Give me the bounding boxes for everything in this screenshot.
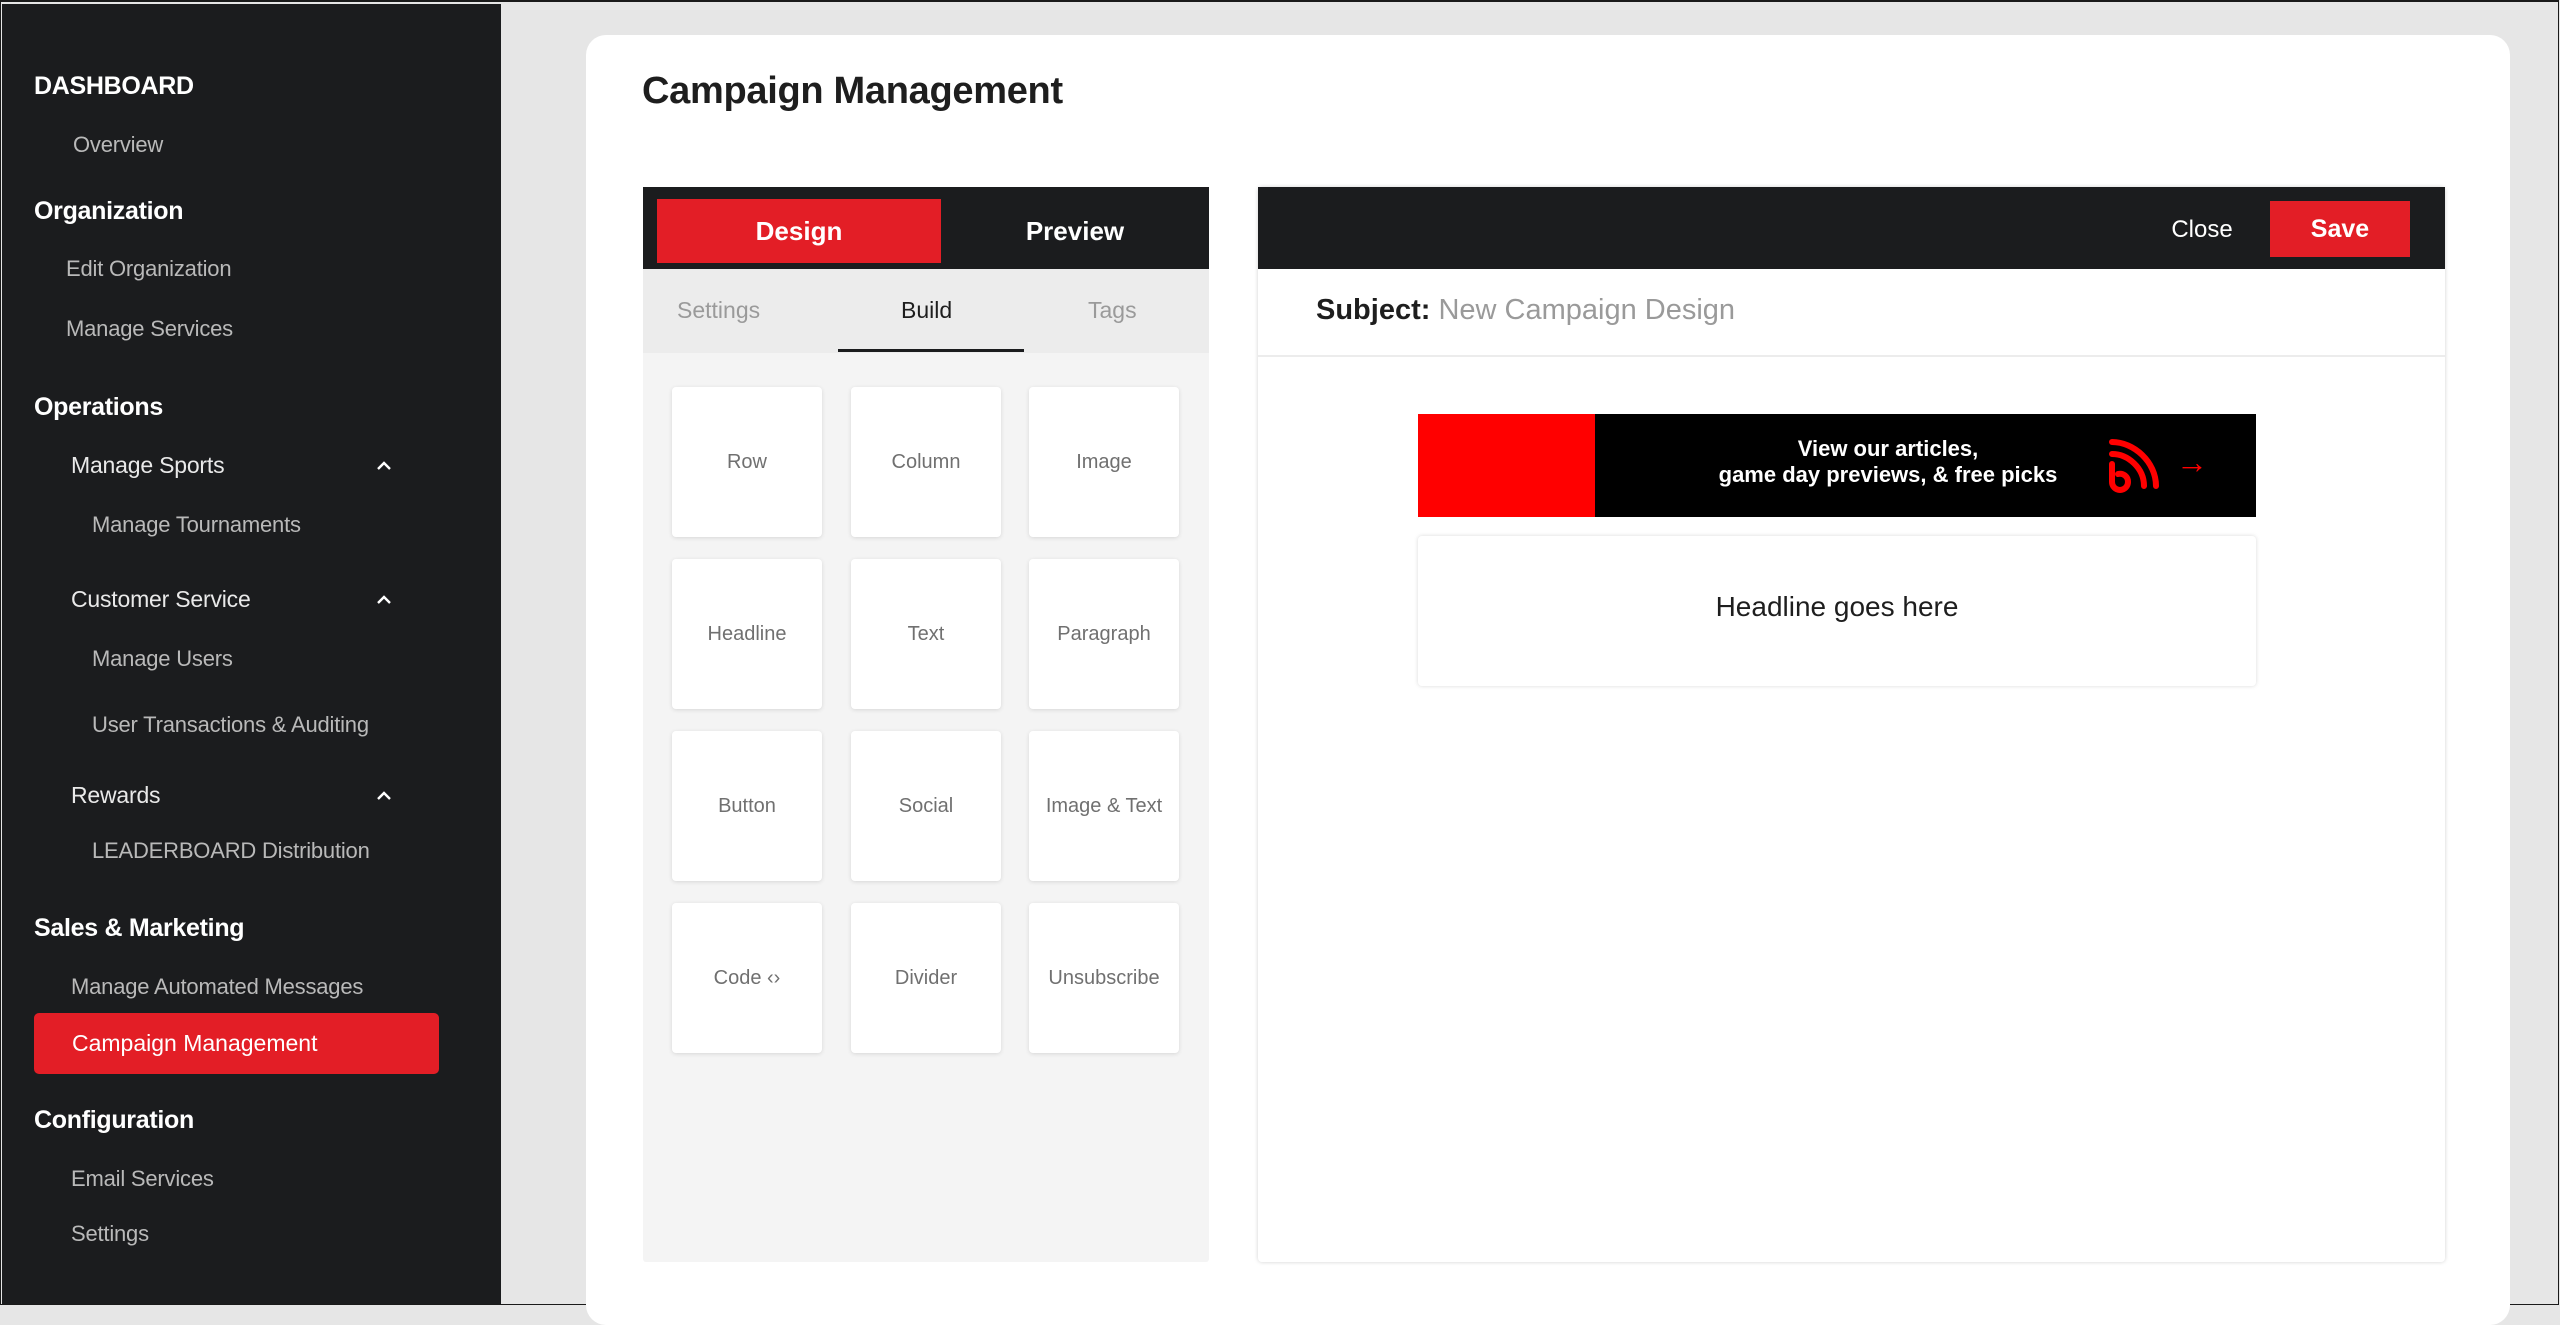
block-unsubscribe[interactable]: Unsubscribe — [1029, 903, 1179, 1053]
chevron-up-icon[interactable] — [376, 458, 392, 474]
block-divider[interactable]: Divider — [851, 903, 1001, 1053]
sidebar-section-configuration: Configuration — [34, 1106, 194, 1134]
block-image-text[interactable]: Image & Text — [1029, 731, 1179, 881]
tab-settings[interactable]: Settings — [677, 297, 760, 324]
tab-build[interactable]: Build — [901, 297, 952, 324]
sidebar-group-manage-sports[interactable]: Manage Sports — [71, 452, 225, 479]
design-button[interactable]: Design — [657, 199, 941, 263]
page-title: Campaign Management — [642, 70, 1063, 112]
banner-red-block — [1418, 414, 1595, 517]
block-code[interactable]: Code ‹› — [672, 903, 822, 1053]
sidebar-section-operations: Operations — [34, 393, 163, 421]
block-button[interactable]: Button — [672, 731, 822, 881]
banner-line-2: game day previews, & free picks — [1718, 462, 2058, 487]
sidebar-item-automated-messages[interactable]: Manage Automated Messages — [71, 974, 363, 1000]
block-row[interactable]: Row — [672, 387, 822, 537]
sidebar-group-customer-service[interactable]: Customer Service — [71, 586, 251, 613]
chevron-up-icon[interactable] — [376, 788, 392, 804]
block-paragraph[interactable]: Paragraph — [1029, 559, 1179, 709]
subject-value[interactable]: New Campaign Design — [1438, 294, 1735, 326]
email-preview-panel: Close Save Subject: New Campaign Design … — [1258, 187, 2445, 1262]
preview-toolbar: Close Save — [1258, 187, 2445, 269]
banner-line-1: View our articles, — [1797, 436, 1979, 461]
chevron-up-icon[interactable] — [376, 592, 392, 608]
sidebar-group-rewards[interactable]: Rewards — [71, 782, 161, 809]
email-banner[interactable]: View our articles, game day previews, & … — [1418, 414, 2256, 517]
arrow-right-icon: → — [2176, 444, 2208, 480]
subject-line[interactable]: Subject: New Campaign Design — [1316, 294, 1735, 327]
close-button[interactable]: Close — [2158, 199, 2246, 261]
sidebar-item-leaderboard-distribution[interactable]: LEADERBOARD Distribution — [92, 838, 370, 864]
sidebar-item-overview[interactable]: Overview — [73, 132, 163, 158]
sidebar-item-settings[interactable]: Settings — [71, 1221, 149, 1247]
sidebar-item-manage-users[interactable]: Manage Users — [92, 646, 233, 672]
active-tab-indicator — [838, 349, 1024, 352]
rss-icon — [2109, 439, 2159, 493]
sidebar-item-manage-tournaments[interactable]: Manage Tournaments — [92, 512, 301, 538]
divider — [1258, 355, 2445, 357]
sidebar-section-organization: Organization — [34, 197, 184, 225]
headline-block[interactable]: Headline goes here — [1418, 536, 2256, 686]
sidebar-item-label: Campaign Management — [72, 1030, 318, 1056]
sidebar-item-campaign-management[interactable]: Campaign Management — [34, 1013, 439, 1074]
subject-label: Subject: — [1316, 294, 1431, 326]
sidebar-section-dashboard: DASHBOARD — [34, 72, 194, 100]
sidebar: DASHBOARD Overview Organization Edit Org… — [2, 4, 501, 1304]
sidebar-item-user-transactions[interactable]: User Transactions & Auditing — [92, 712, 369, 738]
save-button[interactable]: Save — [2270, 201, 2410, 257]
block-image[interactable]: Image — [1029, 387, 1179, 537]
sidebar-item-email-services[interactable]: Email Services — [71, 1166, 214, 1192]
block-social[interactable]: Social — [851, 731, 1001, 881]
headline-text: Headline goes here — [1715, 591, 1959, 622]
tab-tags[interactable]: Tags — [1088, 297, 1137, 324]
sidebar-section-sales-marketing: Sales & Marketing — [34, 914, 245, 942]
banner-text: View our articles, game day previews, & … — [1668, 436, 2108, 488]
builder-panel: Design Preview Settings Build Tags Row C… — [643, 187, 1209, 1262]
block-column[interactable]: Column — [851, 387, 1001, 537]
builder-tabs: Settings Build Tags — [643, 269, 1209, 353]
block-headline[interactable]: Headline — [672, 559, 822, 709]
sidebar-item-edit-organization[interactable]: Edit Organization — [66, 256, 232, 282]
sidebar-item-manage-services[interactable]: Manage Services — [66, 316, 233, 342]
builder-mode-bar: Design Preview — [643, 187, 1209, 269]
preview-button[interactable]: Preview — [953, 199, 1197, 263]
block-text[interactable]: Text — [851, 559, 1001, 709]
